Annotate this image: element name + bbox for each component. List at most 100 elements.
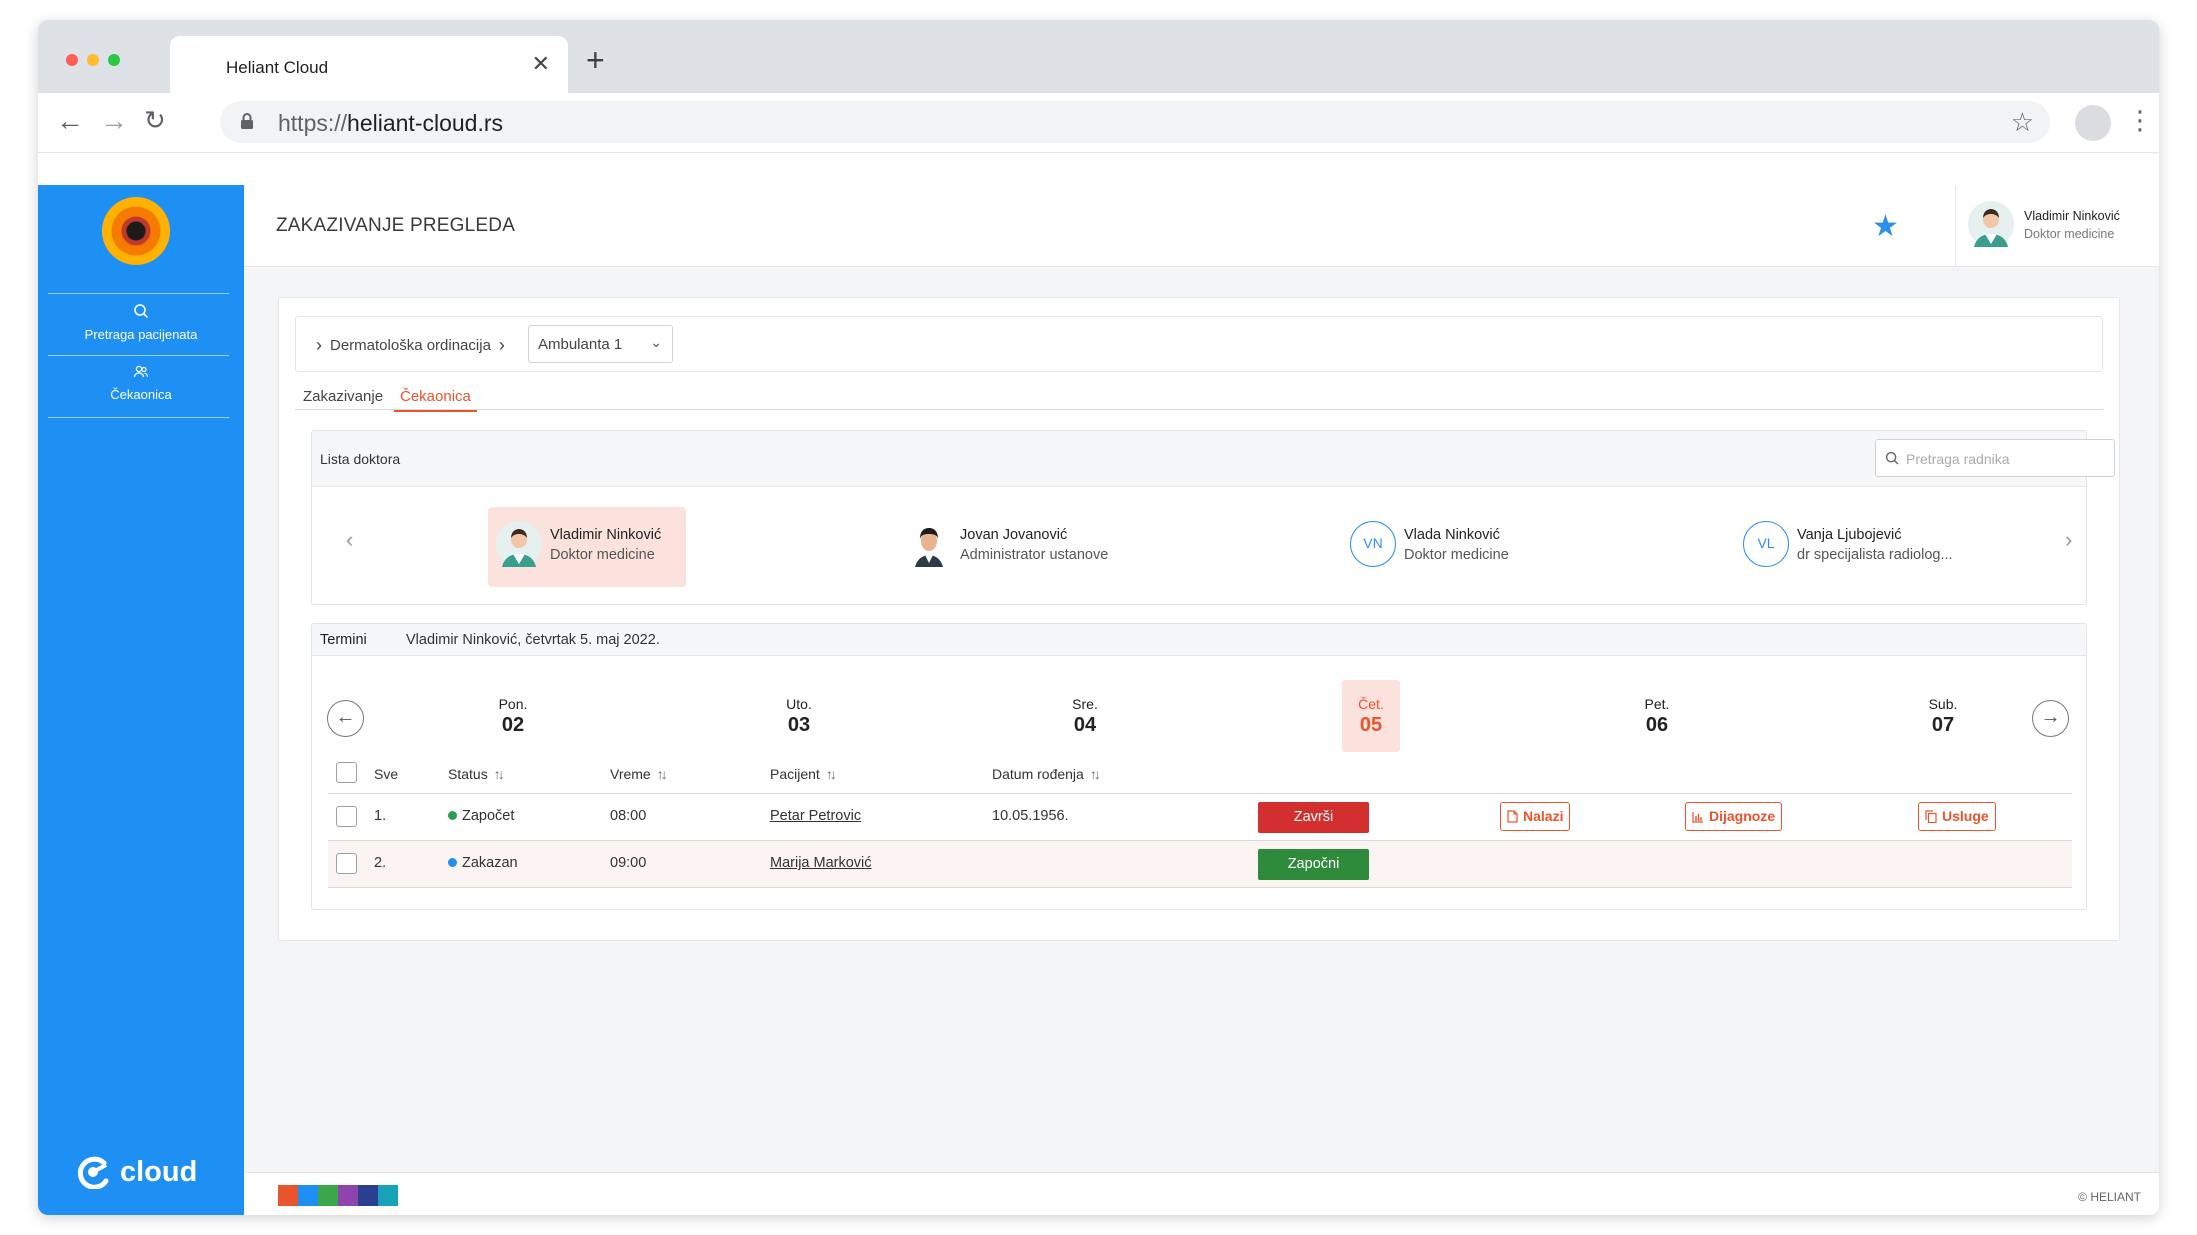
search-icon: [134, 304, 149, 319]
day-name: Pet.: [1644, 696, 1670, 712]
day-number: 05: [1359, 714, 1383, 736]
time-cell: 08:00: [610, 808, 647, 824]
doctor-name: Vladimir Ninković: [550, 527, 662, 543]
ambulance-select[interactable]: Ambulanta 1 ⌄: [528, 325, 673, 363]
col-time-label: Vreme: [610, 766, 651, 782]
profile-avatar[interactable]: [2075, 105, 2111, 141]
brand-logo: cloud: [76, 1155, 197, 1189]
browser-tabbar: Heliant Cloud ✕ +: [38, 20, 2159, 93]
carousel-next-icon[interactable]: ›: [2065, 527, 2072, 553]
sidebar-item-search-patients[interactable]: Pretraga pacijenata: [38, 303, 244, 342]
start-button[interactable]: Započni: [1258, 849, 1369, 880]
doctor-card[interactable]: Vladimir Ninković Doktor medicine: [488, 507, 686, 587]
sidebar-divider: [48, 293, 229, 294]
day-thu[interactable]: Čet. 05: [1342, 680, 1400, 752]
day-fri[interactable]: Pet. 06: [1628, 680, 1686, 752]
app-badge-icon[interactable]: [298, 1185, 318, 1206]
doctor-search-input[interactable]: [1906, 448, 2106, 470]
bar-chart-icon: [1692, 811, 1703, 823]
doctor-name: Jovan Jovanović: [960, 527, 1068, 543]
day-wed[interactable]: Sre. 04: [1056, 680, 1114, 752]
table-header: Sve Status ↑↓ Vreme ↑↓ Pacijent ↑↓ Datum ro…: [328, 752, 2072, 794]
footer: © HELIANT: [244, 1172, 2159, 1215]
sort-icon[interactable]: ↑↓: [1090, 766, 1101, 782]
url-field[interactable]: https://heliant-cloud.rs ☆: [220, 101, 2050, 143]
appointments-title: Termini: [320, 632, 367, 648]
doctor-search: [1875, 439, 2115, 477]
carousel-prev-icon[interactable]: ‹: [346, 527, 353, 553]
patient-link[interactable]: Petar Petrovic: [770, 808, 861, 824]
sort-icon[interactable]: ↑↓: [494, 766, 505, 782]
app-badge-icon[interactable]: [338, 1185, 358, 1206]
app-badge-icon[interactable]: [278, 1185, 298, 1206]
copy-icon: [1925, 810, 1937, 823]
doctors-panel-header: Lista doktora: [312, 431, 2115, 487]
browser-tab[interactable]: Heliant Cloud ✕: [170, 36, 568, 93]
services-button[interactable]: Usluge: [1918, 802, 1996, 831]
day-number: 06: [1645, 714, 1669, 736]
bookmark-star-icon[interactable]: ☆: [2011, 107, 2034, 138]
row-checkbox[interactable]: [336, 806, 357, 827]
col-patient-label: Pacijent: [770, 766, 820, 782]
app-logo[interactable]: [102, 197, 170, 265]
reload-icon[interactable]: ↻: [144, 107, 166, 133]
breadcrumb-clinic[interactable]: › Dermatološka ordinacija ›: [316, 335, 505, 356]
appointments-subtitle: Vladimir Ninković, četvrtak 5. maj 2022.: [406, 632, 660, 648]
close-tab-icon[interactable]: ✕: [532, 51, 550, 77]
favorite-star-icon[interactable]: ★: [1872, 209, 1899, 244]
search-icon: [1885, 451, 1899, 465]
copyright: © HELIANT: [2078, 1190, 2141, 1204]
app-badge-icon[interactable]: [378, 1185, 398, 1206]
doctors-panel-title: Lista doktora: [320, 451, 401, 467]
maximize-window-button[interactable]: [108, 54, 120, 66]
people-icon: [133, 365, 149, 378]
app-badge-icon[interactable]: [318, 1185, 338, 1206]
new-tab-icon[interactable]: +: [586, 44, 605, 76]
day-tue[interactable]: Uto. 03: [770, 680, 828, 752]
services-label: Usluge: [1942, 808, 1989, 824]
day-mon[interactable]: Pon. 02: [484, 680, 542, 752]
col-time[interactable]: Vreme ↑↓: [610, 766, 668, 782]
sort-icon[interactable]: ↑↓: [826, 766, 837, 782]
back-icon[interactable]: ←: [56, 107, 84, 135]
status-dot-icon: [448, 858, 457, 867]
user-name: Vladimir Ninković: [2024, 209, 2120, 223]
close-window-button[interactable]: [66, 54, 78, 66]
tab-waiting-room[interactable]: Čekaonica: [394, 388, 477, 412]
prev-week-arrow-icon[interactable]: ←: [327, 700, 364, 737]
diagnoses-button[interactable]: Dijagnoze: [1685, 802, 1783, 831]
sort-icon[interactable]: ↑↓: [657, 766, 668, 782]
forward-icon[interactable]: →: [100, 107, 128, 135]
browser-tab-title: Heliant Cloud: [226, 58, 329, 77]
day-sat[interactable]: Sub. 07: [1914, 680, 1972, 752]
sidebar-divider: [48, 355, 229, 356]
app-badge-icon[interactable]: [358, 1185, 378, 1206]
findings-button[interactable]: Nalazi: [1500, 802, 1571, 831]
row-index: 1.: [374, 808, 387, 824]
sidebar-item-waiting-room[interactable]: Čekaonica: [38, 365, 244, 402]
minimize-window-button[interactable]: [87, 54, 99, 66]
user-menu[interactable]: Vladimir Ninković Doktor medicine: [1968, 191, 2158, 261]
document-icon: [1507, 810, 1518, 823]
sidebar-divider: [48, 417, 229, 418]
tab-scheduling[interactable]: Zakazivanje: [303, 388, 383, 405]
next-week-arrow-icon[interactable]: →: [2032, 700, 2069, 737]
doctor-card[interactable]: Jovan Jovanović Administrator ustanove: [898, 507, 1138, 587]
select-all-checkbox[interactable]: [336, 762, 357, 783]
doctor-card[interactable]: VN Vlada Ninković Doktor medicine: [1342, 507, 1532, 587]
col-dob[interactable]: Datum rođenja ↑↓: [992, 766, 1101, 782]
finish-button[interactable]: Završi: [1258, 802, 1369, 833]
table-row: 1. Započet 08:00 Petar Petrovic 10.05.19…: [328, 794, 2072, 841]
header-divider: [1955, 185, 1956, 267]
status-cell: Zakazan: [448, 855, 518, 871]
doctor-name: Vanja Ljubojević: [1797, 527, 1902, 543]
col-patient[interactable]: Pacijent ↑↓: [770, 766, 837, 782]
row-checkbox[interactable]: [336, 853, 357, 874]
appointments-panel: Termini Vladimir Ninković, četvrtak 5. m…: [311, 623, 2087, 910]
dob-cell: 10.05.1956.: [992, 808, 1069, 824]
patient-link[interactable]: Marija Marković: [770, 855, 872, 871]
more-menu-icon[interactable]: ⋮: [2127, 107, 2153, 133]
browser-window: Heliant Cloud ✕ + ← → ↻ https://heliant-…: [38, 20, 2159, 1215]
col-status[interactable]: Status ↑↓: [448, 766, 505, 782]
doctor-card[interactable]: VL Vanja Ljubojević dr specijalista radi…: [1735, 507, 1985, 587]
